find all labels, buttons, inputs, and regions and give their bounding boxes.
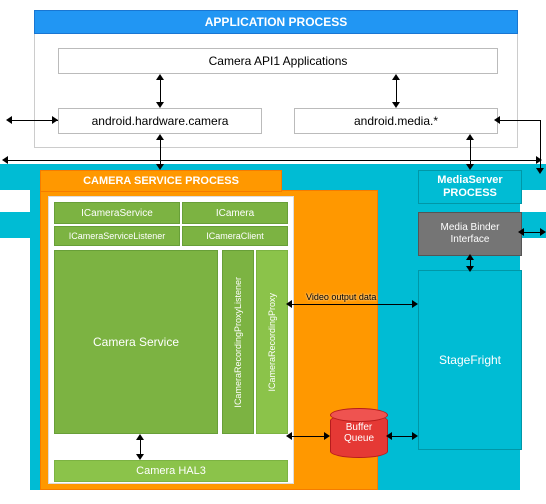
icameraservice-box: ICameraService: [54, 202, 180, 224]
camera-service-box: Camera Service: [54, 250, 218, 434]
camera-api1-box: Camera API1 Applications: [58, 48, 498, 74]
arrow-binder-sf-up: [466, 254, 474, 260]
arrow-wide-top-l: [2, 156, 8, 164]
arrow-wide-top-r: [536, 156, 542, 164]
arrow-wide-top: [6, 160, 540, 161]
recproxylistener-label: ICameraRecordingProxyListener: [233, 277, 243, 408]
arrow-api-hw-down: [156, 102, 164, 108]
arrow-video-out: [290, 304, 416, 305]
arrow-binder-out-l: [518, 228, 524, 236]
arrow-bq-left-l: [286, 432, 292, 440]
recproxy-label: ICameraRecordingProxy: [267, 293, 277, 392]
icameraclient-box: ICameraClient: [182, 226, 288, 246]
arrow-bq-right-r: [412, 432, 418, 440]
arrow-svc-hal-down: [136, 454, 144, 460]
arrow-hw-left-r: [52, 116, 58, 124]
arrow-hw-left-l: [6, 116, 12, 124]
android-media-box: android.media.*: [294, 108, 498, 134]
arrow-bq-left-r: [324, 432, 330, 440]
icameraservicelistener-box: ICameraServiceListener: [54, 226, 180, 246]
arrow-hw-svc-u: [156, 134, 164, 140]
arrow-media-right-h: [498, 120, 540, 121]
buffer-queue-label: Buffer Queue: [330, 422, 388, 444]
arrow-media-right-top: [494, 116, 500, 124]
arrow-api-hw-up: [156, 74, 164, 80]
arrow-bq-left: [290, 436, 328, 437]
arrow-video-out-l: [286, 300, 292, 308]
arrow-bq-right-l: [386, 432, 392, 440]
recproxylistener-box: ICameraRecordingProxyListener: [222, 250, 254, 434]
arrow-video-out-r: [412, 300, 418, 308]
recproxy-box: ICameraRecordingProxy: [256, 250, 288, 434]
arrow-binder-out: [522, 232, 542, 233]
media-binder-box: Media Binder Interface: [418, 212, 522, 256]
arrow-media-ms-u: [466, 134, 474, 140]
arrow-api-media-up: [392, 74, 400, 80]
video-output-label: Video output data: [306, 292, 376, 302]
buffer-queue-top: [330, 408, 388, 422]
camera-hal3-box: Camera HAL3: [54, 460, 288, 482]
arrow-media-right-v: [540, 120, 541, 172]
arrow-media-right-bot: [536, 168, 544, 174]
arrow-api-media-down: [392, 102, 400, 108]
arrow-svc-hal-up: [136, 434, 144, 440]
mediaserver-header: MediaServer PROCESS: [418, 170, 522, 204]
arrow-hw-svc-d: [156, 164, 164, 170]
arrow-binder-out-r: [540, 228, 546, 236]
camera-service-header: CAMERA SERVICE PROCESS: [40, 170, 282, 192]
arrow-media-ms-d: [466, 164, 474, 170]
stagefright-box: StageFright: [418, 270, 522, 450]
icamera-box: ICamera: [182, 202, 288, 224]
android-hardware-camera-box: android.hardware.camera: [58, 108, 262, 134]
app-process-header: APPLICATION PROCESS: [34, 10, 518, 34]
arrow-binder-sf-down: [466, 266, 474, 272]
arrow-hw-left: [10, 120, 58, 121]
